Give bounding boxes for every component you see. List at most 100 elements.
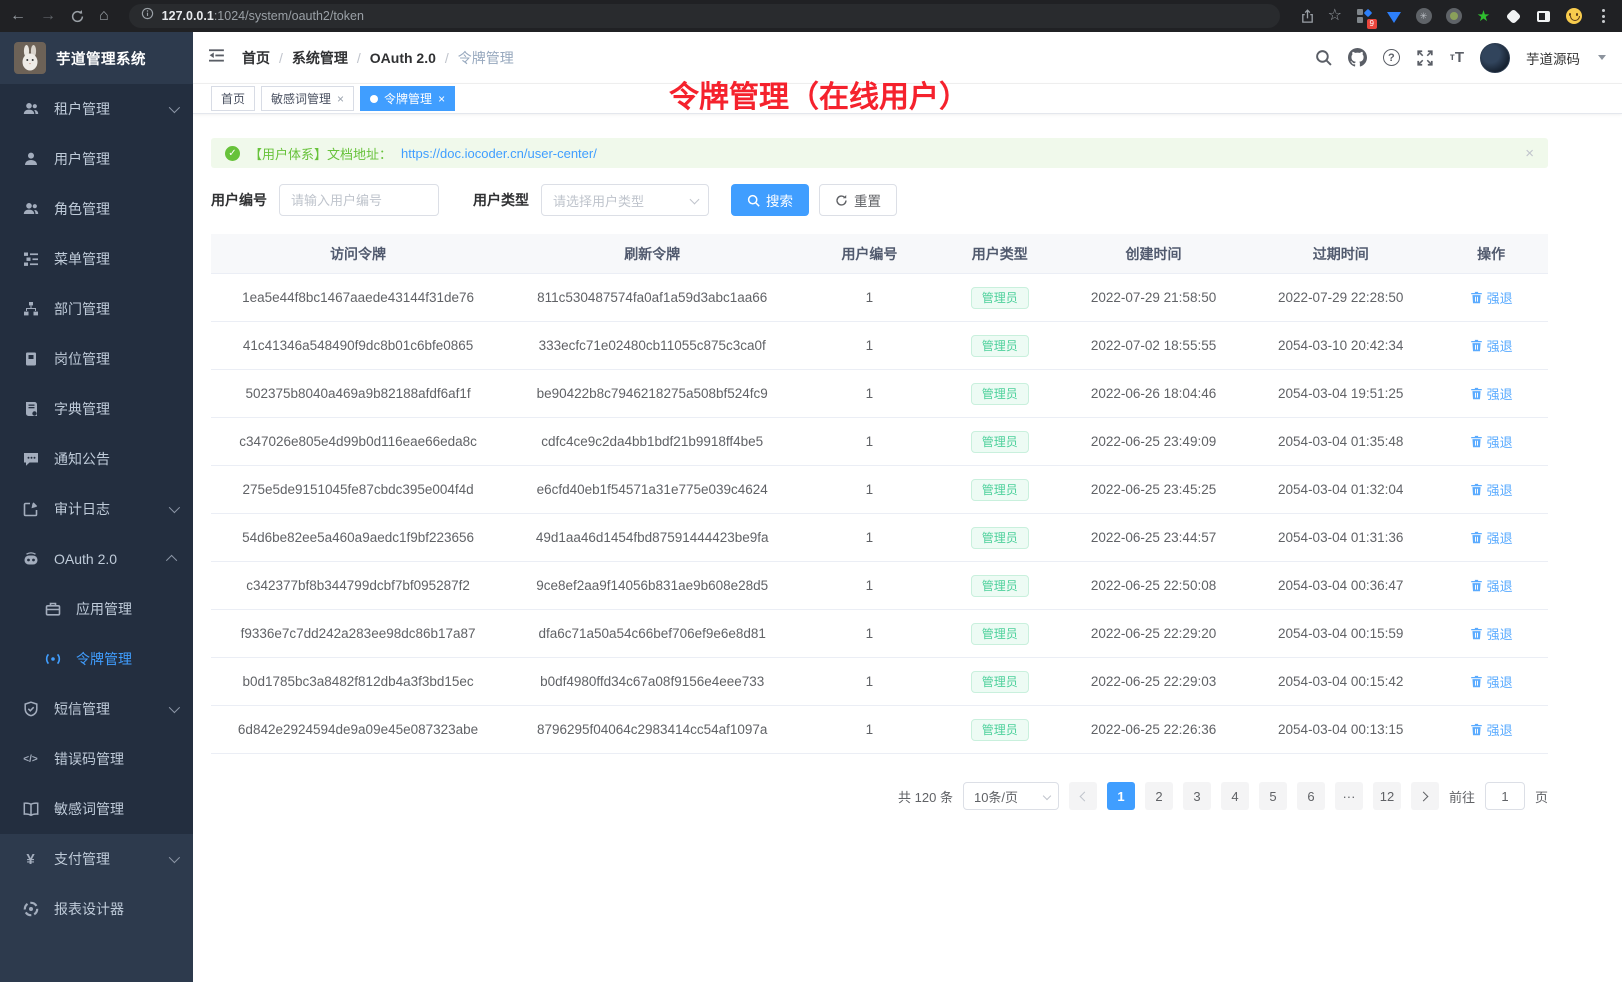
- user-type-tag: 管理员: [971, 527, 1029, 549]
- sidebar-item-sms[interactable]: 短信管理: [0, 684, 193, 734]
- extension-pin-icon[interactable]: [1505, 8, 1522, 25]
- reset-button[interactable]: 重置: [819, 184, 897, 216]
- search-icon[interactable]: [1315, 49, 1332, 66]
- user-avatar[interactable]: [1480, 43, 1510, 73]
- page-ellipsis[interactable]: ···: [1335, 782, 1363, 810]
- reload-icon[interactable]: [70, 9, 85, 24]
- search-button[interactable]: 搜索: [731, 184, 809, 216]
- force-logout-button[interactable]: 强退: [1470, 576, 1513, 595]
- bookmark-star-icon[interactable]: ☆: [1328, 8, 1342, 24]
- github-icon[interactable]: [1348, 48, 1367, 67]
- chevron-down-icon: [690, 195, 700, 205]
- page-button-5[interactable]: 5: [1259, 782, 1287, 810]
- sidebar-item-pay[interactable]: ¥支付管理: [0, 834, 193, 884]
- active-dot-icon: [370, 95, 378, 103]
- close-icon[interactable]: ×: [337, 92, 344, 106]
- robot-icon: [22, 551, 39, 568]
- page-button-4[interactable]: 4: [1221, 782, 1249, 810]
- extension-gem-icon[interactable]: [1385, 8, 1402, 25]
- help-icon[interactable]: ?: [1383, 49, 1400, 66]
- site-info-icon[interactable]: [141, 7, 154, 25]
- sidebar-item-user[interactable]: 用户管理: [0, 134, 193, 184]
- sidebar-item-notice[interactable]: 通知公告: [0, 434, 193, 484]
- force-logout-button[interactable]: 强退: [1470, 432, 1513, 451]
- home-icon[interactable]: ⌂: [99, 8, 109, 24]
- profile-avatar-icon[interactable]: [1565, 8, 1582, 25]
- yen-icon: ¥: [22, 851, 39, 868]
- table-row: c347026e805e4d99b0d116eae66eda8c cdfc4ce…: [211, 418, 1548, 466]
- force-logout-button[interactable]: 强退: [1470, 672, 1513, 691]
- shield-check-icon: [22, 701, 39, 718]
- breadcrumb-oauth[interactable]: OAuth 2.0: [370, 50, 436, 66]
- force-logout-button[interactable]: 强退: [1470, 480, 1513, 499]
- sidebar-item-report-designer[interactable]: 报表设计器: [0, 884, 193, 934]
- sidebar-item-dict[interactable]: 字典管理: [0, 384, 193, 434]
- app-logo[interactable]: 芋道管理系统: [0, 32, 193, 84]
- extension-command-icon[interactable]: ✳: [1415, 8, 1432, 25]
- share-icon[interactable]: [1300, 9, 1315, 24]
- force-logout-button[interactable]: 强退: [1470, 624, 1513, 643]
- user-type-select[interactable]: 请选择用户类型: [541, 184, 709, 216]
- doc-alert: ✓ 【用户体系】文档地址： https://doc.iocoder.cn/use…: [211, 138, 1548, 168]
- force-logout-button[interactable]: 强退: [1470, 288, 1513, 307]
- force-logout-button[interactable]: 强退: [1470, 720, 1513, 739]
- sidebar-item-sensitive-word[interactable]: 敏感词管理: [0, 784, 193, 834]
- next-page-button[interactable]: [1411, 782, 1439, 810]
- font-size-icon[interactable]: тT: [1450, 49, 1464, 66]
- user-type-tag: 管理员: [971, 575, 1029, 597]
- force-logout-button[interactable]: 强退: [1470, 528, 1513, 547]
- sidebar-item-oauth-token[interactable]: 令牌管理: [0, 634, 193, 684]
- filter-bar: 用户编号 用户类型 请选择用户类型 搜索 重置: [211, 184, 1548, 216]
- sidebar-item-tenant[interactable]: 租户管理: [0, 84, 193, 134]
- alert-doc-link[interactable]: https://doc.iocoder.cn/user-center/: [401, 146, 597, 161]
- forward-icon[interactable]: →: [40, 8, 56, 24]
- breadcrumb-home[interactable]: 首页: [242, 48, 270, 68]
- user-id-input[interactable]: [279, 184, 439, 216]
- page-size-select[interactable]: 10条/页: [963, 782, 1059, 810]
- extension-grid-icon[interactable]: 9: [1355, 8, 1372, 25]
- user-type-tag: 管理员: [971, 479, 1029, 501]
- sidebar-item-audit-log[interactable]: 审计日志: [0, 484, 193, 534]
- sidebar-item-menu[interactable]: 菜单管理: [0, 234, 193, 284]
- close-icon[interactable]: ×: [438, 92, 445, 106]
- browser-menu-icon[interactable]: [1595, 8, 1612, 25]
- breadcrumb-system[interactable]: 系统管理: [292, 48, 348, 68]
- sidebar-item-post[interactable]: 岗位管理: [0, 334, 193, 384]
- extension-sidepanel-icon[interactable]: [1535, 8, 1552, 25]
- chevron-down-icon: [169, 702, 180, 713]
- address-bar[interactable]: 127.0.0.1:1024/system/oauth2/token: [129, 4, 1280, 28]
- page-button-12[interactable]: 12: [1373, 782, 1401, 810]
- table-row: 502375b8040a469a9b82188afdf6af1f be90422…: [211, 370, 1548, 418]
- tab-sensitive-word[interactable]: 敏感词管理×: [261, 86, 354, 111]
- extension-record-icon[interactable]: [1445, 8, 1462, 25]
- caret-down-icon[interactable]: [1598, 55, 1606, 60]
- sidebar-collapse-icon[interactable]: [209, 47, 226, 69]
- browser-toolbar: ← → ⌂ 127.0.0.1:1024/system/oauth2/token…: [0, 0, 1622, 32]
- tab-home[interactable]: 首页: [211, 86, 255, 111]
- goto-page-input[interactable]: [1485, 782, 1525, 810]
- extension-star-icon[interactable]: ★: [1475, 8, 1492, 25]
- pie-icon: [22, 901, 39, 918]
- force-logout-button[interactable]: 强退: [1470, 384, 1513, 403]
- briefcase-icon: [44, 601, 61, 618]
- user-name[interactable]: 芋道源码: [1526, 48, 1580, 68]
- edit-log-icon: [22, 501, 39, 518]
- prev-page-button[interactable]: [1069, 782, 1097, 810]
- fullscreen-icon[interactable]: [1416, 49, 1434, 67]
- sidebar-item-role[interactable]: 角色管理: [0, 184, 193, 234]
- signal-icon: [44, 651, 61, 668]
- page-button-2[interactable]: 2: [1145, 782, 1173, 810]
- sidebar-item-oauth[interactable]: OAuth 2.0: [0, 534, 193, 584]
- sidebar-item-dept[interactable]: 部门管理: [0, 284, 193, 334]
- menu-tree-icon: [22, 251, 39, 268]
- sidebar-item-error-code[interactable]: </>错误码管理: [0, 734, 193, 784]
- page-button-3[interactable]: 3: [1183, 782, 1211, 810]
- alert-close-icon[interactable]: ×: [1525, 145, 1534, 162]
- page-button-1[interactable]: 1: [1107, 782, 1135, 810]
- page-button-6[interactable]: 6: [1297, 782, 1325, 810]
- tab-token[interactable]: 令牌管理×: [360, 86, 455, 111]
- chevron-down-icon: [1043, 792, 1051, 800]
- back-icon[interactable]: ←: [10, 8, 26, 24]
- sidebar-item-oauth-app[interactable]: 应用管理: [0, 584, 193, 634]
- force-logout-button[interactable]: 强退: [1470, 336, 1513, 355]
